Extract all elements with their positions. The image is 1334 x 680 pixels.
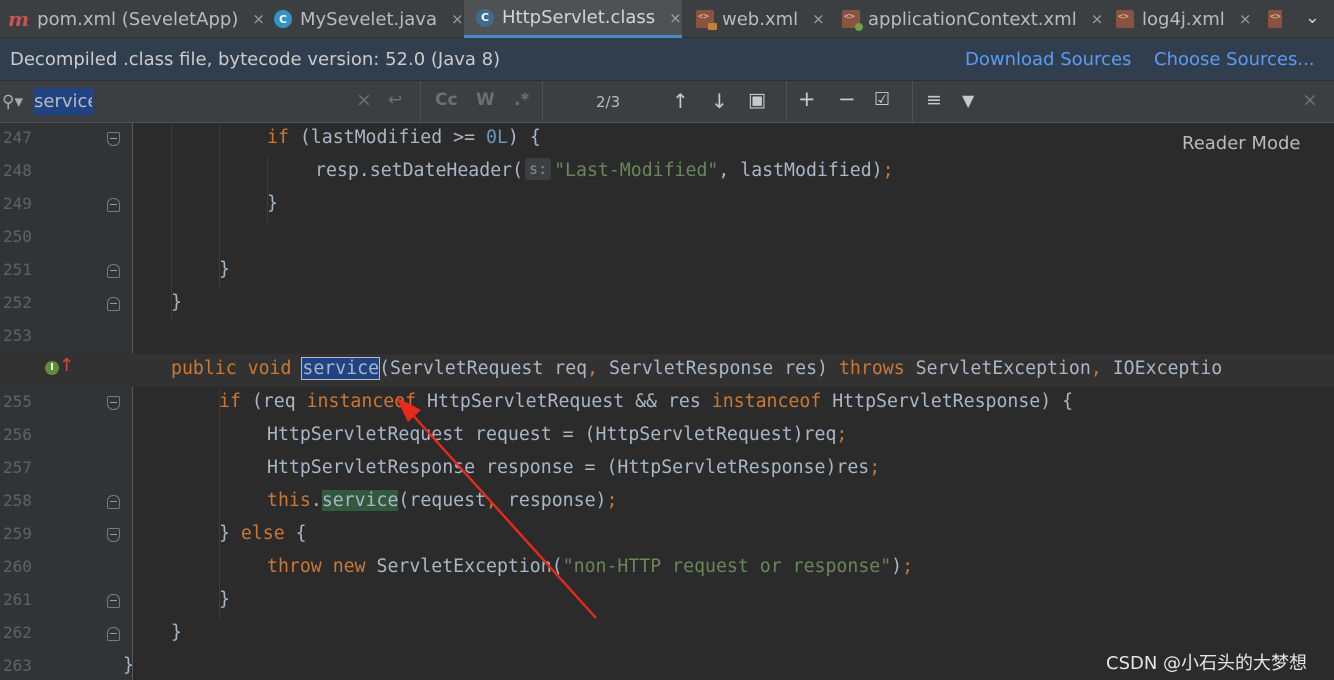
watermark: CSDN @小石头的大梦想 xyxy=(1106,653,1308,674)
annotation-arrow-shaft xyxy=(409,411,597,619)
annotation-arrow xyxy=(396,397,597,619)
